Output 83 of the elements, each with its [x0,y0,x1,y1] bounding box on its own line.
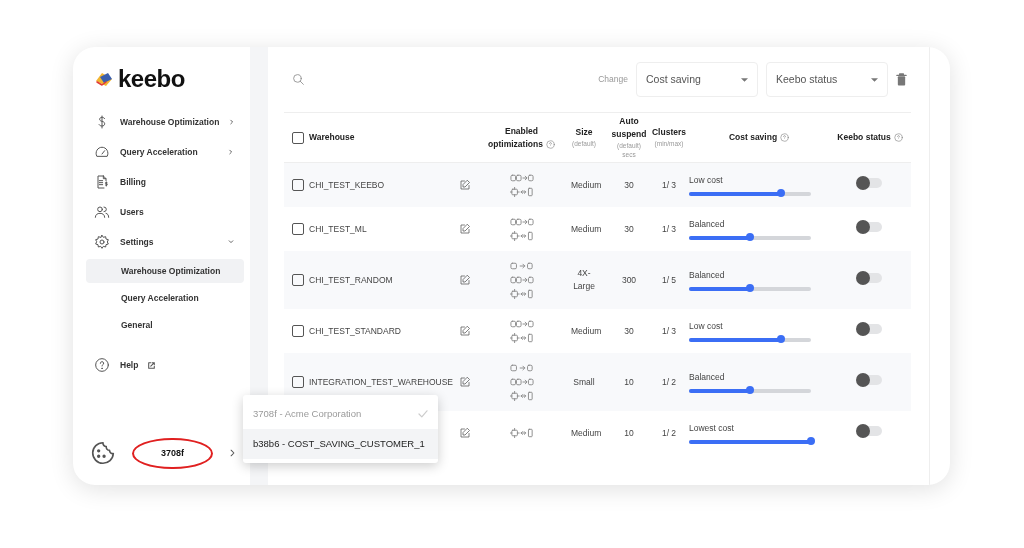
status-toggle[interactable] [858,426,882,437]
table-cell: 1/ 3 [661,178,677,192]
edit-icon[interactable] [459,274,471,286]
nav-subitem[interactable]: General [86,313,244,337]
column-header: Auto suspend [611,116,647,139]
cost-saving-slider[interactable] [689,191,811,196]
search-icon[interactable] [292,73,305,86]
warehouse-name: CHI_TEST_KEEBO [309,179,385,190]
cost-saving-slider[interactable] [689,286,811,291]
table-cell: 30 [624,324,634,338]
dropdown-select[interactable]: Keebo status [766,62,888,97]
warehouse-name: CHI_TEST_ML [309,223,367,234]
cost-saving-label: Balanced [689,371,726,384]
column-header: Warehouse [309,132,355,143]
status-toggle[interactable] [858,222,882,233]
logo-text: keebo [118,67,185,91]
table-cell: 1/ 3 [661,222,677,236]
table-cell: Small [573,375,595,389]
logo-icon [94,71,114,87]
status-toggle[interactable] [858,324,882,335]
nav-subitem[interactable]: Query Acceleration [86,286,244,310]
dropdown-select[interactable]: Cost saving [636,62,758,97]
caret-icon [871,77,878,82]
column-header: Keebo status [837,132,891,143]
row-checkbox[interactable] [292,223,304,235]
column-header: Size [575,127,593,138]
column-header: Clusters [652,127,686,138]
nav-item[interactable]: Billing [86,167,244,197]
nav-item[interactable]: Settings [86,227,244,257]
cost-saving-slider[interactable] [689,388,811,393]
nav-item[interactable]: Query Acceleration [86,137,244,167]
edit-icon[interactable] [459,179,471,191]
select-all-checkbox[interactable] [292,131,304,144]
table-cell: 10 [624,426,634,440]
cost-saving-label: Lowest cost [689,422,735,435]
table-cell: 1/ 3 [661,324,677,338]
account-id[interactable]: 3708f [132,437,214,469]
nav-item[interactable]: Help [86,350,244,380]
cost-saving-label: Low cost [689,320,724,333]
row-checkbox[interactable] [292,376,304,388]
status-toggle[interactable] [858,178,882,189]
cost-saving-label: Balanced [689,218,726,231]
column-header: Cost saving [728,132,778,143]
nav-subitem[interactable]: Warehouse Optimization [86,259,244,283]
trash-icon[interactable] [896,73,907,86]
warehouse-name: INTEGRATION_TEST_WAREHOUSE [309,376,454,387]
users-icon [94,204,110,220]
edit-icon[interactable] [459,223,471,235]
status-toggle[interactable] [858,375,882,386]
cost-saving-label: Balanced [689,269,726,282]
edit-icon[interactable] [459,376,471,388]
table-cell: 1/ 2 [661,426,677,440]
nav-item[interactable]: Users [86,197,244,227]
edit-icon[interactable] [459,427,471,439]
table-cell: 10 [624,375,634,389]
cost-saving-slider[interactable] [689,235,811,240]
nav-item[interactable]: Warehouse Optimization [86,107,244,137]
cost-saving-slider[interactable] [689,337,811,342]
table-cell: 300 [621,273,637,287]
table-cell-text: 4X-Large [572,267,596,293]
caret-icon [741,77,748,82]
warehouse-name: CHI_TEST_RANDOM [309,274,393,285]
check-icon [418,410,428,418]
gear-icon [94,234,110,250]
table-cell: 30 [624,222,634,236]
warehouse-name: CHI_TEST_STANDARD [309,325,401,336]
cookie-icon [90,440,116,467]
row-checkbox[interactable] [292,179,304,191]
table-cell: 30 [624,178,634,192]
table-cell: 1/ 5 [661,273,677,287]
edit-icon[interactable] [459,325,471,337]
change-label: Change [598,73,628,86]
chevron-right-icon[interactable] [229,449,237,458]
row-checkbox[interactable] [292,274,304,286]
status-toggle[interactable] [858,273,882,284]
invoice-icon [94,174,110,190]
menu-item[interactable]: b38b6 - COST_SAVING_CUSTOMER_1 [243,429,438,459]
gauge-icon [94,144,110,160]
cost-saving-label: Low cost [689,174,724,187]
help-icon [94,357,110,373]
row-checkbox[interactable] [292,325,304,337]
table-cell: 1/ 2 [661,375,677,389]
column-header: Enabled optimizations [488,125,543,149]
